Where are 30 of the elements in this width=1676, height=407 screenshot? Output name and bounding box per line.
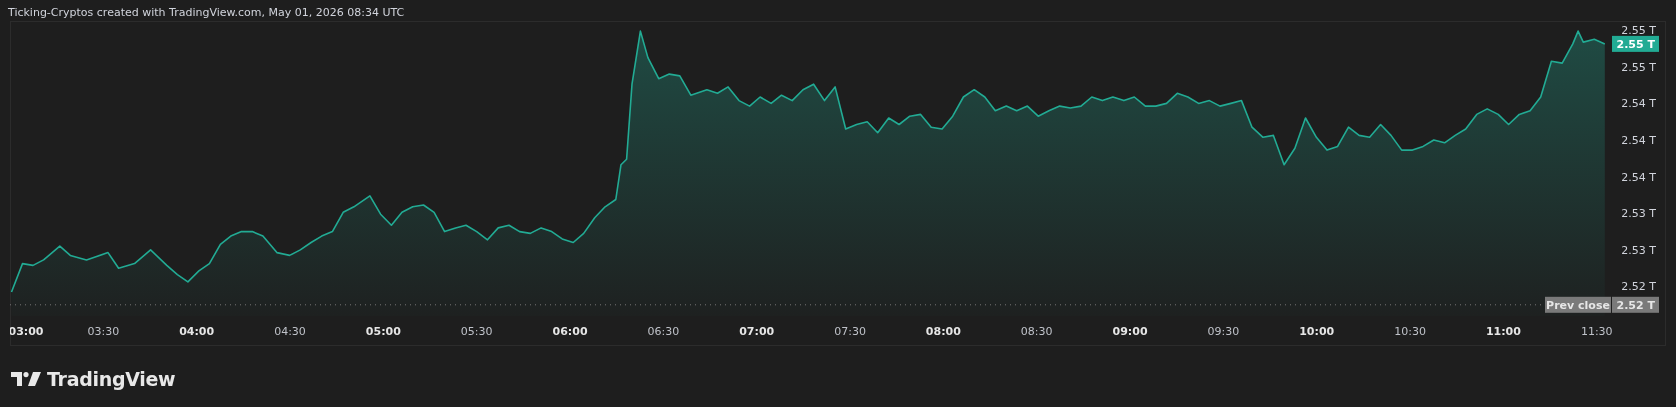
chart-caption: Ticking-Cryptos created with TradingView.com, May 01, 2026 08:34 UTC <box>7 5 406 21</box>
time-axis-label: 07:00 <box>739 325 775 338</box>
last-price-badge: 2.55 T <box>1612 35 1659 52</box>
price-axis-label: 2.53 T <box>1621 207 1656 221</box>
time-axis-label: 06:30 <box>647 325 680 338</box>
price-axis-label: 2.55 T <box>1621 24 1656 38</box>
prev-close-value: 2.52 T <box>1612 296 1659 313</box>
time-axis-label: 10:30 <box>1394 325 1426 338</box>
time-axis-label: 04:30 <box>274 325 306 338</box>
price-axis-label: 2.54 T <box>1621 170 1656 184</box>
logo-text: TradingView <box>47 368 176 390</box>
price-axis-label: 2.54 T <box>1621 134 1656 147</box>
time-axis-label: 11:00 <box>1485 325 1521 338</box>
time-axis-label: 11:30 <box>1580 325 1613 338</box>
time-axis-label: 05:00 <box>365 325 401 338</box>
time-axis-label: 05:30 <box>460 325 493 338</box>
time-axis-label: 07:30 <box>834 325 866 338</box>
time-axis-label: 04:00 <box>179 325 215 338</box>
time-axis-label: 08:00 <box>925 325 961 338</box>
time-axis-label: 03:30 <box>87 325 120 338</box>
time-axis-label: 10:00 <box>1299 325 1335 338</box>
logo-icon <box>11 372 41 386</box>
time-axis-label: 09:30 <box>1207 325 1240 338</box>
time-axis-label: 09:00 <box>1112 325 1148 338</box>
price-axis-label: 2.54 T <box>1621 97 1656 111</box>
price-axis-label: 2.55 T <box>1621 60 1656 74</box>
price-axis-label: 2.53 T <box>1621 243 1656 257</box>
price-axis-label: 2.52 T <box>1621 280 1656 294</box>
time-axis-label: 08:30 <box>1020 325 1053 338</box>
time-axis-label: 06:00 <box>552 325 588 338</box>
